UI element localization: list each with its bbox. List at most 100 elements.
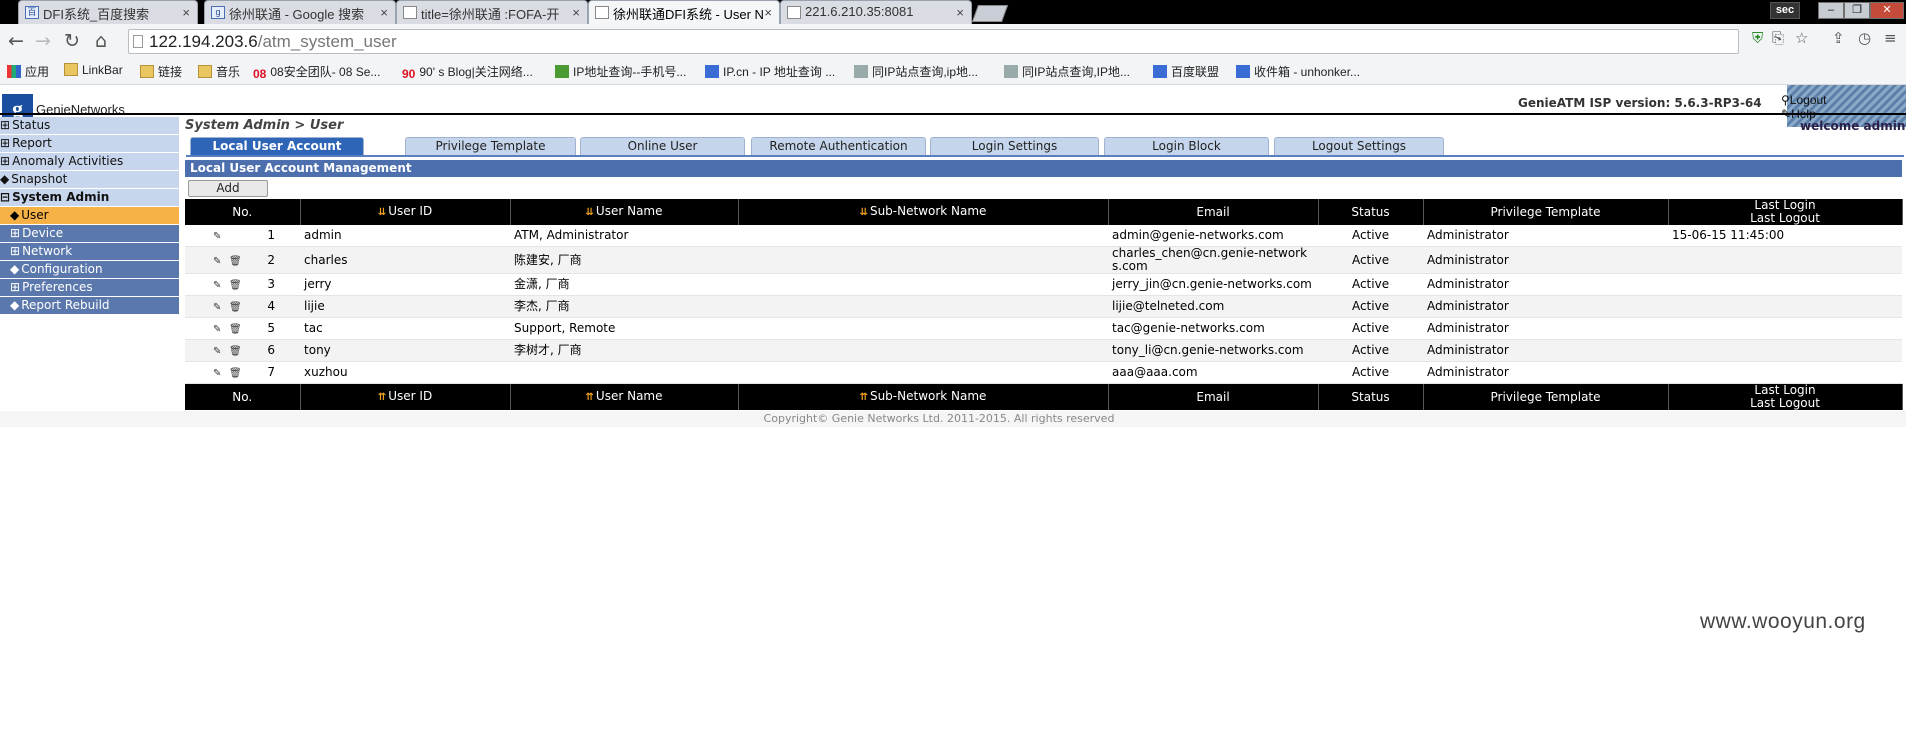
menu-icon[interactable]: ≡ <box>1884 29 1897 47</box>
star-icon[interactable]: ☆ <box>1795 29 1808 47</box>
edit-icon[interactable]: ✎ <box>213 369 223 379</box>
tab-privilege-template[interactable]: Privilege Template <box>405 137 576 155</box>
new-tab-button[interactable] <box>971 5 1009 22</box>
user-id-cell[interactable]: tony <box>300 339 511 362</box>
browser-tab-title: 徐州联通DFI系统 - User N <box>613 7 764 22</box>
col-user-id[interactable]: ⇈ User ID <box>300 383 511 410</box>
edit-icon[interactable]: ✎ <box>213 347 223 357</box>
user-id-cell[interactable]: xuzhou <box>300 361 511 384</box>
edit-icon[interactable]: ✎ <box>213 325 223 335</box>
tab-logout-settings[interactable]: Logout Settings <box>1274 137 1444 155</box>
clock-icon[interactable]: ◷ <box>1858 29 1871 47</box>
bookmark-item[interactable]: 链接 <box>140 63 182 80</box>
web-page: g GenieNetworks ⚲Logout ✎Help GenieATM I… <box>0 85 1906 738</box>
edit-icon[interactable]: ✎ <box>213 303 223 313</box>
sidebar-item-anomaly-activities[interactable]: ⊞ Anomaly Activities <box>0 153 179 170</box>
bookmark-item[interactable]: 同IP站点查询,ip地... <box>854 63 978 80</box>
col-privilege: Privilege Template <box>1423 383 1669 410</box>
user-id-cell[interactable]: admin <box>300 225 511 247</box>
page-icon: ◆ <box>10 208 20 222</box>
col-user-id[interactable]: ⇊ User ID <box>300 199 511 225</box>
close-icon[interactable]: × <box>182 5 190 20</box>
delete-icon[interactable]: 🗑 <box>229 325 242 335</box>
sidebar-item-preferences[interactable]: ⊞ Preferences <box>0 279 179 296</box>
reload-icon[interactable]: ↻ <box>64 30 80 52</box>
sidebar-item-network[interactable]: ⊞ Network <box>0 243 179 260</box>
address-bar[interactable]: 122.194.203.6/atm_system_user <box>128 29 1739 54</box>
bookmark-item[interactable]: 08 08安全团队- 08 Se... <box>253 63 380 81</box>
delete-icon[interactable]: 🗑 <box>229 347 242 357</box>
user-id-cell[interactable]: lijie <box>300 295 511 318</box>
bookmark-item[interactable]: 百度联盟 <box>1153 63 1219 80</box>
logout-link[interactable]: ⚲Logout <box>1781 93 1827 107</box>
browser-tab[interactable]: 百 DFI系统_百度搜索 × <box>18 0 198 24</box>
bookmark-item[interactable]: 同IP站点查询,IP地... <box>1004 63 1130 80</box>
tab-online-user[interactable]: Online User <box>580 137 745 155</box>
browser-tab[interactable]: title=徐州联通 :FOFA-开 × <box>396 0 588 24</box>
bookmark-item[interactable]: IP地址查询--手机号... <box>555 63 686 80</box>
privilege-cell: Administrator <box>1423 361 1669 384</box>
tab-local-user-account[interactable]: Local User Account <box>190 137 364 155</box>
tab-login-settings[interactable]: Login Settings <box>930 137 1099 155</box>
sidebar-item-configuration[interactable]: ◆ Configuration <box>0 261 179 278</box>
close-icon[interactable]: × <box>764 5 772 20</box>
restore-button[interactable]: ❐ <box>1844 2 1870 19</box>
sidebar-item-user[interactable]: ◆ User <box>0 207 179 224</box>
delete-icon[interactable]: 🗑 <box>229 281 242 291</box>
bookmark-item[interactable]: 应用 <box>7 63 49 80</box>
user-id-cell[interactable]: tac <box>300 317 511 340</box>
col-user-name[interactable]: ⇈ User Name <box>510 383 739 410</box>
shield-icon[interactable]: ⛨ <box>1752 29 1763 47</box>
back-arrow-icon[interactable]: ← <box>8 30 24 52</box>
browser-tab-active[interactable]: 徐州联通DFI系统 - User N × <box>588 0 780 25</box>
sidebar-item-status[interactable]: ⊞ Status <box>0 117 179 134</box>
bookmark-item[interactable]: 90 90' s Blog|关注网络... <box>402 63 533 81</box>
browser-tab[interactable]: 221.6.210.35:8081 × <box>780 0 972 24</box>
page-tabs: Local User Account Privilege Template On… <box>186 137 1906 155</box>
edit-icon[interactable]: ✎ <box>213 232 223 242</box>
home-icon[interactable]: ⌂ <box>95 30 107 52</box>
close-icon[interactable]: × <box>380 5 388 20</box>
browser-tab[interactable]: g 徐州联通 - Google 搜索 × <box>204 0 396 24</box>
sidebar-item-device[interactable]: ⊞ Device <box>0 225 179 242</box>
bookmark-item[interactable]: 音乐 <box>198 63 240 80</box>
extension-icon[interactable]: ⇪ <box>1832 29 1845 47</box>
user-id-cell[interactable]: jerry <box>300 273 511 296</box>
sidebar-item-snapshot[interactable]: ◆ Snapshot <box>0 171 179 188</box>
watermark: www.wooyun.org <box>1700 610 1866 633</box>
profile-badge[interactable]: sec <box>1770 2 1800 19</box>
col-subnet-name[interactable]: ⇈ Sub-Network Name <box>738 383 1109 410</box>
bookmark-item[interactable]: 收件箱 - unhonker... <box>1236 63 1360 80</box>
delete-icon[interactable]: 🗑 <box>229 303 242 313</box>
col-user-name[interactable]: ⇊ User Name <box>510 199 739 225</box>
sidebar-item-report-rebuild[interactable]: ◆ Report Rebuild <box>0 297 179 314</box>
sidebar-item-label: Status <box>12 118 51 132</box>
add-user-button[interactable]: Add <box>188 180 268 197</box>
bookmark-item[interactable]: LinkBar <box>64 63 123 77</box>
minimize-button[interactable]: – <box>1818 2 1844 19</box>
sidebar-item-report[interactable]: ⊞ Report <box>0 135 179 152</box>
sidebar-item-system-admin[interactable]: ⊟ System Admin <box>0 189 179 206</box>
tab-login-block[interactable]: Login Block <box>1104 137 1269 155</box>
col-subnet-name[interactable]: ⇊ Sub-Network Name <box>738 199 1109 225</box>
bookmark-label: IP.cn - IP 地址查询 ... <box>723 65 836 79</box>
delete-icon[interactable]: 🗑 <box>229 369 242 379</box>
close-icon[interactable]: × <box>572 5 580 20</box>
user-name-cell: ATM, Administrator <box>510 225 739 247</box>
url-path: /atm_system_user <box>257 32 397 51</box>
table-row: ✎ 🗑 2 charles 陈建安, 厂商 charles_chen@cn.genie-n… <box>185 246 1903 274</box>
window-close-button[interactable]: ✕ <box>1870 2 1904 19</box>
edit-icon[interactable]: ✎ <box>213 256 223 267</box>
copyright-text: Copyright© Genie Networks Ltd. 2011-2015… <box>763 412 1115 425</box>
user-id-cell[interactable]: charles <box>300 246 511 274</box>
copyright-bar: Copyright© Genie Networks Ltd. 2011-2015… <box>0 411 1906 427</box>
col-status: Status <box>1318 383 1424 410</box>
edit-icon[interactable]: ✎ <box>213 281 223 291</box>
bookmark-item[interactable]: IP.cn - IP 地址查询 ... <box>705 63 835 80</box>
delete-icon[interactable]: 🗑 <box>229 256 242 267</box>
tab-remote-authentication[interactable]: Remote Authentication <box>751 137 926 155</box>
translate-icon[interactable]: ⎘ <box>1772 29 1784 47</box>
forward-arrow-icon[interactable]: → <box>35 30 51 52</box>
close-icon[interactable]: × <box>956 5 964 20</box>
privilege-cell: Administrator <box>1423 339 1669 362</box>
